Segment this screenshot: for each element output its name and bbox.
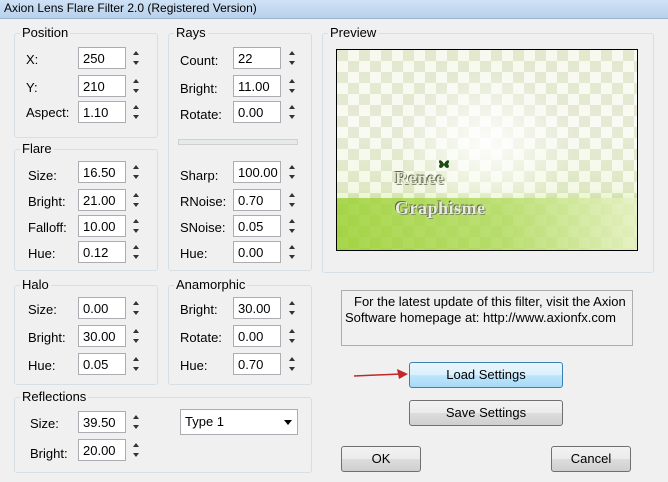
rays-sharp-spinner[interactable] xyxy=(287,161,299,183)
anamorphic-bright-field[interactable]: 30.00 xyxy=(233,297,281,319)
reflections-size-label: Size: xyxy=(30,416,59,431)
flare-bright-label: Bright: xyxy=(28,194,66,209)
rays-snoise-label: SNoise: xyxy=(180,220,226,235)
position-group-title: Position xyxy=(20,25,71,40)
watermark-line-1: Renee xyxy=(395,168,445,188)
info-textbox: For the latest update of this filter, vi… xyxy=(341,290,633,346)
preview-green-band xyxy=(337,198,637,250)
rays-bright-field[interactable]: 11.00 xyxy=(233,75,281,97)
halo-size-field[interactable]: 0.00 xyxy=(78,297,126,319)
flare-size-field[interactable]: 16.50 xyxy=(78,161,126,183)
rays-slider-track[interactable] xyxy=(178,139,298,145)
anamorphic-rotate-label: Rotate: xyxy=(180,330,222,345)
rays-hue-spinner[interactable] xyxy=(287,241,299,263)
ok-button[interactable]: OK xyxy=(341,446,421,472)
position-y-spinner[interactable] xyxy=(131,75,143,97)
flare-size-spinner[interactable] xyxy=(131,161,143,183)
rays-rotate-label: Rotate: xyxy=(180,107,222,122)
anamorphic-bright-spinner[interactable] xyxy=(287,297,299,319)
flare-group-title: Flare xyxy=(20,141,54,156)
rays-rotate-spinner[interactable] xyxy=(287,101,299,123)
position-y-label: Y: xyxy=(26,80,38,95)
position-aspect-spinner[interactable] xyxy=(131,101,143,123)
reflections-size-spinner[interactable] xyxy=(131,411,143,433)
halo-hue-label: Hue: xyxy=(28,358,56,373)
halo-size-label: Size: xyxy=(28,302,57,317)
reflection-type-value: Type 1 xyxy=(185,414,225,429)
rays-sharp-field[interactable]: 100.00 xyxy=(233,161,281,183)
info-line-2: Software homepage at: http://www.axionfx… xyxy=(345,310,616,325)
halo-hue-field[interactable]: 0.05 xyxy=(78,353,126,375)
flare-size-label: Size: xyxy=(28,168,57,183)
reflections-size-field[interactable]: 39.50 xyxy=(78,411,126,433)
position-x-field[interactable]: 250 xyxy=(78,47,126,69)
info-line-1: For the latest update of this filter, vi… xyxy=(354,294,626,309)
flare-bright-spinner[interactable] xyxy=(131,189,143,211)
rays-rnoise-field[interactable]: 0.70 xyxy=(233,189,281,211)
rays-bright-label: Bright: xyxy=(180,81,218,96)
position-y-field[interactable]: 210 xyxy=(78,75,126,97)
rays-snoise-spinner[interactable] xyxy=(287,215,299,237)
position-x-spinner[interactable] xyxy=(131,47,143,69)
rays-snoise-field[interactable]: 0.05 xyxy=(233,215,281,237)
position-aspect-field[interactable]: 1.10 xyxy=(78,101,126,123)
anamorphic-bright-label: Bright: xyxy=(180,302,218,317)
position-x-label: X: xyxy=(26,52,39,67)
flare-falloff-spinner[interactable] xyxy=(131,215,143,237)
rays-sharp-label: Sharp: xyxy=(180,168,219,183)
reflection-type-dropdown[interactable]: Type 1 xyxy=(180,409,298,435)
anamorphic-hue-label: Hue: xyxy=(180,358,208,373)
flare-falloff-field[interactable]: 10.00 xyxy=(78,215,126,237)
flare-bright-field[interactable]: 21.00 xyxy=(78,189,126,211)
flare-hue-spinner[interactable] xyxy=(131,241,143,263)
halo-group-title: Halo xyxy=(20,277,51,292)
flare-hue-label: Hue: xyxy=(28,246,56,261)
rays-rnoise-label: RNoise: xyxy=(180,194,227,209)
preview-group-title: Preview xyxy=(328,25,379,40)
anamorphic-hue-spinner[interactable] xyxy=(287,353,299,375)
reflections-bright-spinner[interactable] xyxy=(131,439,143,461)
rays-count-label: Count: xyxy=(180,53,219,68)
reflections-bright-label: Bright: xyxy=(30,446,68,461)
arrow-annotation-icon xyxy=(354,369,408,379)
anamorphic-rotate-field[interactable]: 0.00 xyxy=(233,325,281,347)
rays-hue-field[interactable]: 0.00 xyxy=(233,241,281,263)
cancel-button[interactable]: Cancel xyxy=(551,446,631,472)
flare-hue-field[interactable]: 0.12 xyxy=(78,241,126,263)
halo-bright-field[interactable]: 30.00 xyxy=(78,325,126,347)
title-bar: Axion Lens Flare Filter 2.0 (Registered … xyxy=(0,0,668,19)
rays-bright-spinner[interactable] xyxy=(287,75,299,97)
rays-rnoise-spinner[interactable] xyxy=(287,189,299,211)
rays-count-spinner[interactable] xyxy=(287,47,299,69)
anamorphic-group-title: Anamorphic xyxy=(174,277,248,292)
watermark-line-2: Graphisme xyxy=(395,198,486,218)
chevron-down-icon xyxy=(284,420,292,425)
halo-size-spinner[interactable] xyxy=(131,297,143,319)
rays-hue-label: Hue: xyxy=(180,246,208,261)
halo-bright-spinner[interactable] xyxy=(131,325,143,347)
position-aspect-label: Aspect: xyxy=(26,105,70,120)
halo-bright-label: Bright: xyxy=(28,330,66,345)
anamorphic-hue-field[interactable]: 0.70 xyxy=(233,353,281,375)
rays-group-title: Rays xyxy=(174,25,208,40)
reflections-bright-field[interactable]: 20.00 xyxy=(78,439,126,461)
flare-falloff-label: Falloff: xyxy=(28,220,67,235)
save-settings-button[interactable]: Save Settings xyxy=(409,400,563,426)
window-title: Axion Lens Flare Filter 2.0 (Registered … xyxy=(4,1,257,15)
reflections-group-title: Reflections xyxy=(20,389,89,404)
rays-rotate-field[interactable]: 0.00 xyxy=(233,101,281,123)
anamorphic-rotate-spinner[interactable] xyxy=(287,325,299,347)
load-settings-button[interactable]: Load Settings xyxy=(409,362,563,388)
preview-image[interactable]: Renee Graphisme xyxy=(336,49,638,251)
halo-hue-spinner[interactable] xyxy=(131,353,143,375)
rays-count-field[interactable]: 22 xyxy=(233,47,281,69)
